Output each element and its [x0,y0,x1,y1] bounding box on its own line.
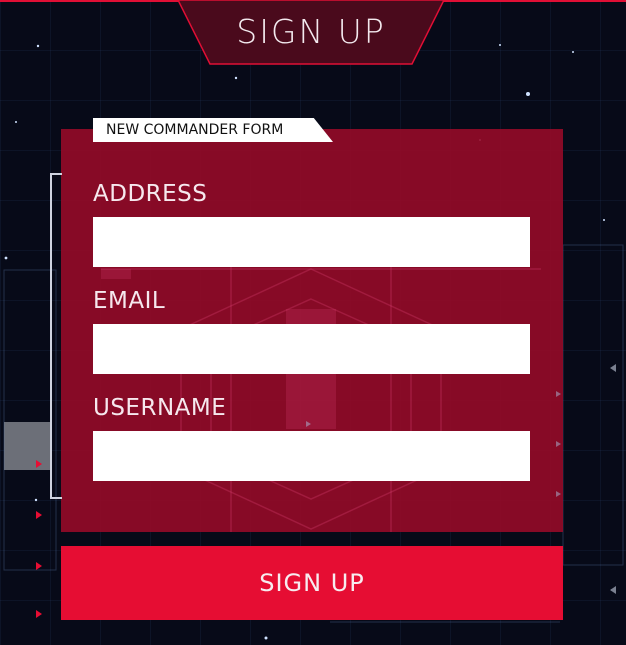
form-bracket [50,173,62,499]
page-title: SIGN UP [236,12,386,51]
email-input[interactable] [93,324,530,374]
username-label: USERNAME [93,395,227,421]
address-label: ADDRESS [93,181,208,207]
title-tab: SIGN UP [176,0,446,66]
sign-up-button[interactable]: SIGN UP [61,546,563,620]
address-input[interactable] [93,217,530,267]
triangle-arrow-icon [36,460,42,618]
username-input[interactable] [93,431,530,481]
form-tag: NEW COMMANDER FORM [93,118,333,142]
email-label: EMAIL [93,288,166,314]
